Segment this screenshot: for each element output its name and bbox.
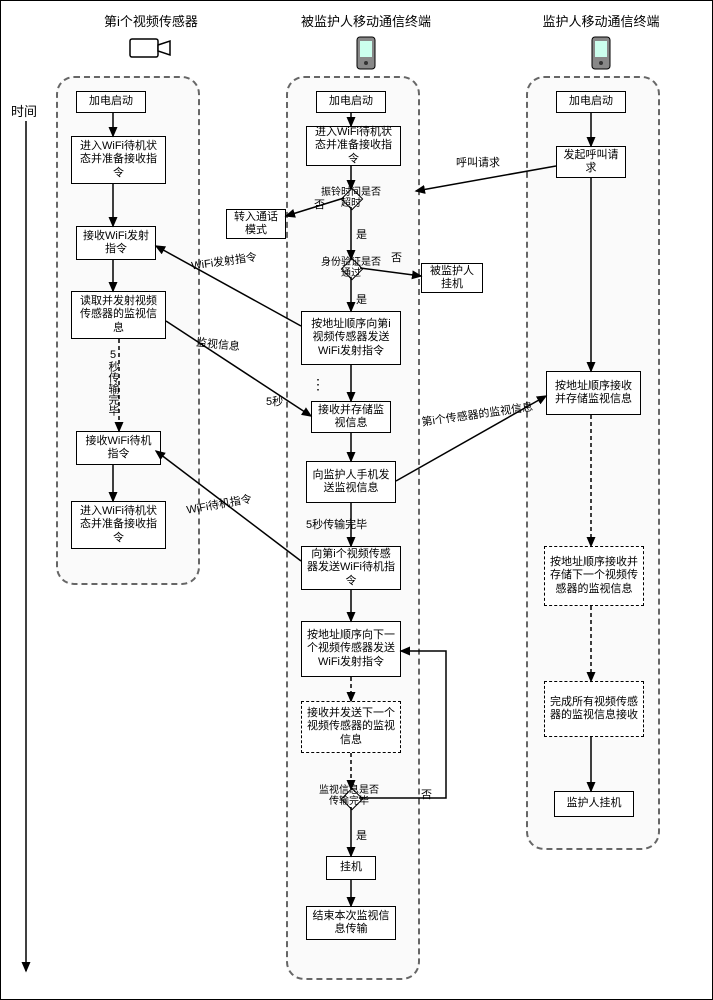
camera-icon [128, 35, 174, 61]
c-call: 发起呼叫请求 [556, 146, 626, 178]
b-ring-no: 否 [314, 196, 325, 212]
c-start: 加电启动 [556, 91, 626, 113]
a-recv-emit: 接收WiFi发射指令 [76, 226, 156, 260]
b-next-emit: 按地址顺序向下一个视频传感器发送WiFi发射指令 [301, 621, 401, 677]
c-recv-next: 按地址顺序接收并存储下一个视频传感器的监视信息 [544, 546, 644, 606]
a-read-emit: 读取并发射视频传感器的监视信息 [71, 291, 166, 339]
header-guardian-text: 监护人移动通信终端 [542, 14, 659, 29]
header-sensor-text: 第i个视频传感器 [104, 14, 198, 29]
b-id-label: 身份验证是否通过 [321, 257, 381, 279]
b-recv-store: 接收并存储监视信息 [311, 401, 391, 433]
c-all-done: 完成所有视频传感器的监视信息接收 [544, 681, 644, 737]
b-recv-next: 接收并发送下一个视频传感器的监视信息 [301, 701, 401, 753]
b-done-label: 监视信息是否传输完毕 [319, 785, 379, 807]
b-done-no: 否 [421, 786, 432, 802]
b-ring-yes: 是 [356, 226, 367, 242]
a-start: 加电启动 [76, 91, 146, 113]
b-ward-hangup: 被监护人挂机 [421, 263, 483, 293]
time-axis-label: 时间 [11, 101, 37, 120]
b-send-standby: 向第i个视频传感器发送WiFi待机指令 [301, 546, 401, 590]
b-id-no: 否 [391, 249, 402, 265]
b-send-emit: 按地址顺序向第i视频传感器发送WiFi发射指令 [301, 311, 401, 365]
header-ward-text: 被监护人移动通信终端 [301, 14, 431, 29]
b-end: 结束本次监视信息传输 [306, 906, 396, 940]
a-standby2: 进入WiFi待机状态并准备接收指令 [71, 501, 166, 549]
b-5s: 5秒 [266, 393, 283, 409]
b-wifi-standby: 进入WiFi待机状态并准备接收指令 [306, 126, 401, 166]
a-5s-label: 5秒传输完毕 [105, 349, 121, 416]
phone-icon [587, 35, 615, 71]
b-5s-note: 5秒传输完毕 [306, 516, 367, 532]
b-done-yes: 是 [356, 827, 367, 843]
lbl-wifi-emit: WiFi发射指令 [190, 248, 258, 273]
c-recv-store: 按地址顺序接收并存储监视信息 [546, 371, 641, 415]
a-recv-standby: 接收WiFi待机指令 [76, 431, 161, 465]
header-ward: 被监护人移动通信终端 [276, 11, 456, 74]
ellipsis-icon: ⋮ [311, 376, 327, 393]
header-sensor: 第i个视频传感器 [61, 11, 241, 64]
b-id-yes: 是 [356, 291, 367, 307]
a-standby1: 进入WiFi待机状态并准备接收指令 [71, 136, 166, 184]
c-hangup: 监护人挂机 [554, 791, 634, 817]
lbl-monitor: 监视信息 [195, 334, 240, 355]
lbl-sensor-i: 第i个传感器的监视信息 [420, 398, 534, 429]
lbl-callreq: 呼叫请求 [456, 154, 500, 170]
b-start: 加电启动 [316, 91, 386, 113]
flow-diagram: 第i个视频传感器 被监护人移动通信终端 监护人移动通信终端 时间 加电启动 进入… [0, 0, 713, 1000]
b-send-guardian: 向监护人手机发送监视信息 [306, 461, 396, 503]
header-guardian: 监护人移动通信终端 [511, 11, 691, 74]
b-ring-label: 振铃时间是否超时 [321, 187, 381, 209]
b-hangup: 挂机 [326, 856, 376, 880]
phone-icon [352, 35, 380, 71]
b-callmode: 转入通话模式 [226, 209, 286, 239]
